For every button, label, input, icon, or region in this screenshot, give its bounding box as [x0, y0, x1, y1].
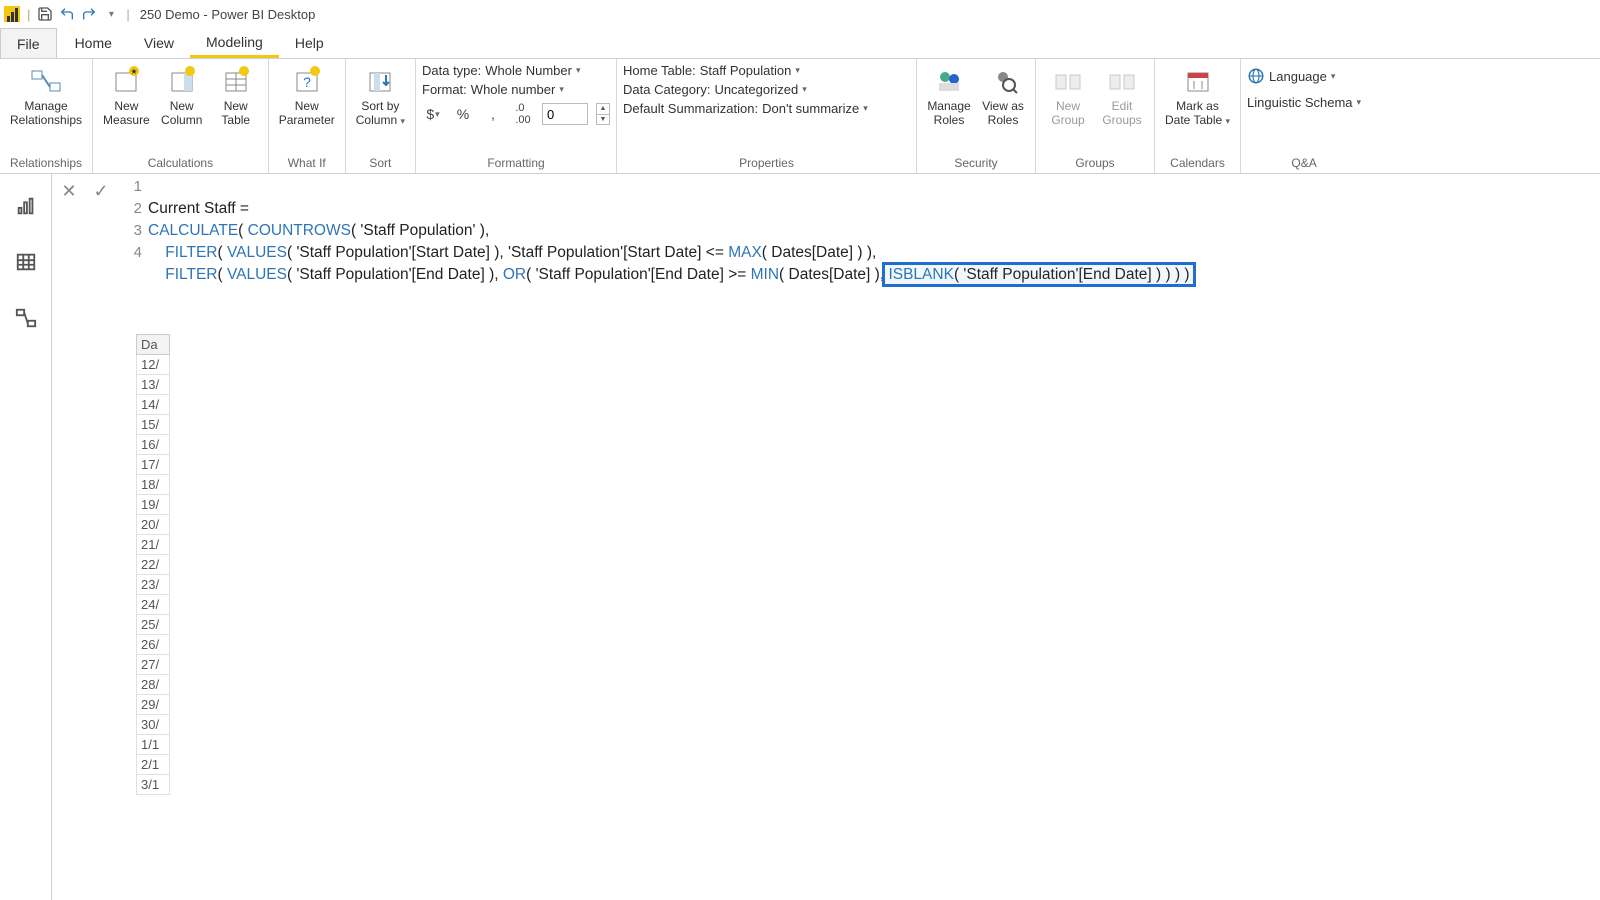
decimal-icon: .0.00: [512, 103, 534, 125]
table-row: 1/1: [136, 735, 170, 755]
table-row: 24/: [136, 595, 170, 615]
model-view-icon[interactable]: [12, 304, 40, 332]
table-row: 25/: [136, 615, 170, 635]
ribbon-group-calendars: Mark as Date Table ▾ Calendars: [1155, 59, 1241, 173]
manage-roles-button[interactable]: Manage Roles: [923, 61, 975, 127]
main-panel: Date 1/06/ Da 12/13/14/15/16/17/18/19/20…: [52, 174, 1600, 900]
roles-icon: [933, 65, 965, 97]
table-row: 20/: [136, 515, 170, 535]
new-group-icon: [1052, 65, 1084, 97]
table-row: 29/: [136, 695, 170, 715]
table-row: 23/: [136, 575, 170, 595]
relationships-icon: [30, 65, 62, 97]
table-row: 30/: [136, 715, 170, 735]
view-as-roles-button[interactable]: View as Roles: [977, 61, 1029, 127]
sort-by-column-button[interactable]: Sort by Column ▾: [352, 61, 409, 128]
ribbon-group-properties: Home Table: Staff Population ▾ Data Cate…: [617, 59, 917, 173]
edit-groups-button[interactable]: Edit Groups: [1096, 61, 1148, 127]
globe-icon: [1247, 67, 1265, 85]
formula-gutter: 1 2 3 4: [118, 174, 148, 264]
ribbon: Manage Relationships Relationships ★ New…: [0, 58, 1600, 174]
manage-relationships-button[interactable]: Manage Relationships: [6, 61, 86, 127]
tab-help[interactable]: Help: [279, 28, 340, 58]
edit-groups-icon: [1106, 65, 1138, 97]
ribbon-group-qa: Language ▾ Linguistic Schema ▾ Q&A: [1241, 59, 1367, 173]
formula-cancel-button[interactable]: ✕: [58, 180, 80, 202]
table-row: 18/: [136, 475, 170, 495]
ribbon-group-relationships: Manage Relationships Relationships: [0, 59, 93, 173]
formula-commit-button[interactable]: ✓: [90, 180, 112, 202]
view-rail: [0, 174, 52, 900]
default-summarization-selector[interactable]: Default Summarization: Don't summarize ▾: [623, 101, 868, 116]
linguistic-schema-button[interactable]: Linguistic Schema ▾: [1247, 95, 1361, 110]
table-row: 16/: [136, 435, 170, 455]
ribbon-group-formatting: Data type: Whole Number ▾ Format: Whole …: [416, 59, 617, 173]
data-rows-fragment: Da 12/13/14/15/16/17/18/19/20/21/22/23/2…: [136, 334, 170, 795]
ribbon-group-sort: Sort by Column ▾ Sort: [346, 59, 416, 173]
undo-icon[interactable]: [56, 3, 78, 25]
table-row: 14/: [136, 395, 170, 415]
tab-view[interactable]: View: [128, 28, 190, 58]
thousands-button[interactable]: ,: [482, 103, 504, 125]
decimal-spinner[interactable]: ▲▼: [596, 103, 610, 125]
report-view-icon[interactable]: [12, 192, 40, 220]
data-category-selector[interactable]: Data Category: Uncategorized ▾: [623, 82, 868, 97]
table-row: 12/: [136, 355, 170, 375]
format-selector[interactable]: Format: Whole number ▾: [422, 82, 610, 97]
language-button[interactable]: Language ▾: [1247, 67, 1361, 85]
redo-icon[interactable]: [78, 3, 100, 25]
table-row: 26/: [136, 635, 170, 655]
new-column-button[interactable]: New Column: [156, 61, 208, 127]
currency-button[interactable]: $▾: [422, 103, 444, 125]
content-area: Date 1/06/ Da 12/13/14/15/16/17/18/19/20…: [0, 174, 1600, 900]
view-roles-icon: [987, 65, 1019, 97]
new-parameter-button[interactable]: ? New Parameter: [275, 61, 339, 127]
svg-text:?: ?: [303, 74, 311, 90]
qat-dropdown-icon[interactable]: ▾: [100, 3, 122, 25]
ribbon-group-calculations: ★ New Measure New Column New Table Calcu…: [93, 59, 269, 173]
formula-editor[interactable]: Current Staff = CALCULATE( COUNTROWS( 'S…: [148, 174, 1600, 330]
tab-file[interactable]: File: [0, 28, 57, 58]
column-icon: [166, 65, 198, 97]
decimal-places-input[interactable]: [542, 103, 588, 125]
data-view-icon[interactable]: [12, 248, 40, 276]
table-row: 13/: [136, 375, 170, 395]
save-icon[interactable]: [34, 3, 56, 25]
table-row: 27/: [136, 655, 170, 675]
new-measure-button[interactable]: ★ New Measure: [99, 61, 154, 127]
data-type-selector[interactable]: Data type: Whole Number ▾: [422, 63, 610, 78]
table-icon: [220, 65, 252, 97]
home-table-selector[interactable]: Home Table: Staff Population ▾: [623, 63, 868, 78]
percent-button[interactable]: %: [452, 103, 474, 125]
formula-bar: ✕ ✓ 1 2 3 4 Current Staff = CALCULATE( C…: [52, 174, 1600, 330]
ribbon-group-security: Manage Roles View as Roles Security: [917, 59, 1036, 173]
titlebar: | ▾ | 250 Demo - Power BI Desktop: [0, 0, 1600, 28]
menu-bar: File Home View Modeling Help: [0, 28, 1600, 58]
tab-modeling[interactable]: Modeling: [190, 28, 279, 58]
new-table-button[interactable]: New Table: [210, 61, 262, 127]
tab-home[interactable]: Home: [59, 28, 128, 58]
table-row: 2/1: [136, 755, 170, 775]
table-row: 3/1: [136, 775, 170, 795]
ribbon-group-groups: New Group Edit Groups Groups: [1036, 59, 1155, 173]
table-row: 21/: [136, 535, 170, 555]
table-row: 15/: [136, 415, 170, 435]
app-logo-icon: [4, 6, 20, 22]
parameter-icon: ?: [291, 65, 323, 97]
table-row: 22/: [136, 555, 170, 575]
window-title: 250 Demo - Power BI Desktop: [140, 7, 316, 22]
svg-text:★: ★: [131, 67, 138, 76]
table-row: 19/: [136, 495, 170, 515]
measure-icon: ★: [110, 65, 142, 97]
calendar-icon: [1182, 65, 1214, 97]
ribbon-group-whatif: ? New Parameter What If: [269, 59, 346, 173]
new-group-button[interactable]: New Group: [1042, 61, 1094, 127]
table-row: 28/: [136, 675, 170, 695]
table-row: 17/: [136, 455, 170, 475]
mark-date-table-button[interactable]: Mark as Date Table ▾: [1161, 61, 1234, 128]
sort-icon: [364, 65, 396, 97]
